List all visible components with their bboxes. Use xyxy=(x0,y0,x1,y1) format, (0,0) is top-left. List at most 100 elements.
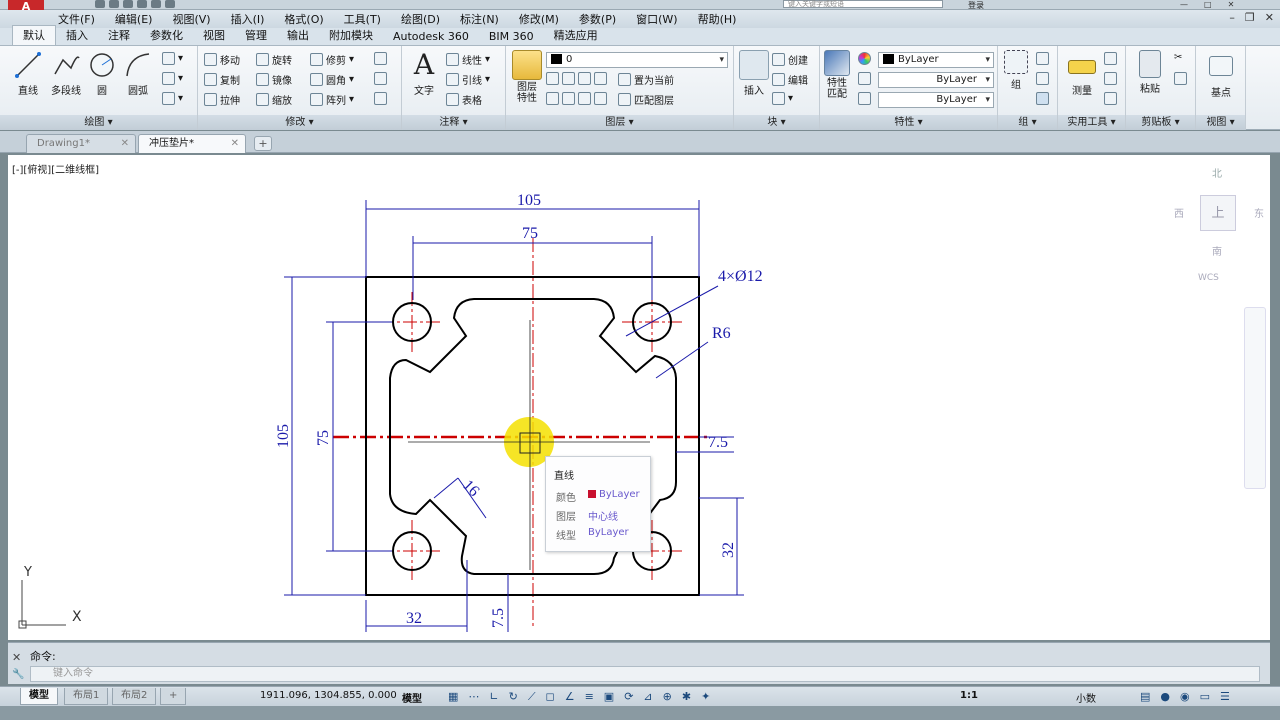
tab-autodesk360[interactable]: Autodesk 360 xyxy=(383,29,479,45)
auto-scale-icon[interactable]: ✦ xyxy=(701,690,710,704)
circle-button[interactable]: 圆 xyxy=(82,50,122,97)
undo-icon[interactable] xyxy=(165,0,175,8)
move-button[interactable]: 移动 xyxy=(204,52,240,67)
hardware-acceleration-icon[interactable]: ◉ xyxy=(1180,690,1190,703)
panel-block-label[interactable]: 块 ▾ xyxy=(734,115,819,130)
group-edit-tool[interactable] xyxy=(1036,72,1049,85)
save-icon[interactable] xyxy=(123,0,133,8)
tab-annotate[interactable]: 注释 xyxy=(98,26,140,45)
copy-clip-tool[interactable] xyxy=(1174,72,1187,85)
text-button[interactable]: A 文字 xyxy=(404,50,444,98)
viewcube[interactable]: 北 西 上 东 南 WCS xyxy=(1168,161,1268,283)
calc-tool[interactable] xyxy=(1104,72,1117,85)
panel-properties-label[interactable]: 特性 ▾ xyxy=(820,115,997,130)
table-button[interactable]: 表格 xyxy=(446,92,482,107)
dynamic-ucs-icon[interactable]: ⊿ xyxy=(643,690,652,704)
transparency-icon[interactable]: ▣ xyxy=(604,690,614,704)
insert-button[interactable]: 插入 xyxy=(734,50,774,97)
menu-tools[interactable]: 工具(T) xyxy=(334,11,391,27)
group-select-tool[interactable] xyxy=(1036,92,1049,105)
navigation-bar[interactable] xyxy=(1244,307,1266,489)
isodraft-icon[interactable]: ⟋ xyxy=(528,690,536,704)
match-properties-button[interactable]: 特性匹配 xyxy=(820,50,854,100)
panel-utilities-label[interactable]: 实用工具 ▾ xyxy=(1058,115,1125,130)
attribute-tool[interactable]: ▾ xyxy=(772,92,793,105)
viewcube-north[interactable]: 北 xyxy=(1212,165,1222,180)
tab-stamping-gasket[interactable]: 冲压垫片* ✕ xyxy=(138,134,246,153)
tab-default[interactable]: 默认 xyxy=(12,25,56,45)
layer-on-icon[interactable] xyxy=(546,92,559,105)
tab-insert[interactable]: 插入 xyxy=(56,26,98,45)
stretch-button[interactable]: 拉伸 xyxy=(204,92,240,107)
cut-tool[interactable]: ✂ xyxy=(1174,52,1182,63)
layout-tab-1[interactable]: 布局1 xyxy=(64,688,109,705)
color-wheel-tool[interactable] xyxy=(858,52,871,65)
customize-icon[interactable]: ☰ xyxy=(1220,690,1230,703)
new-icon[interactable] xyxy=(95,0,105,8)
layer-freeze-icon[interactable] xyxy=(578,72,591,85)
trim-button[interactable]: 修剪 ▾ xyxy=(310,52,354,67)
open-icon[interactable] xyxy=(109,0,119,8)
model-space-toggle[interactable]: 模型 xyxy=(402,690,422,705)
coordinate-readout[interactable]: 1911.096, 1304.855, 0.000 xyxy=(260,690,397,701)
search-input[interactable]: 键入关键字或短语 xyxy=(783,0,943,8)
viewcube-south[interactable]: 南 xyxy=(1212,243,1222,258)
close-icon[interactable]: ✕ xyxy=(12,651,21,664)
polyline-button[interactable]: 多段线 xyxy=(46,50,86,97)
erase-tool[interactable] xyxy=(374,52,387,65)
line-button[interactable]: 直线 xyxy=(8,50,48,97)
osnap-icon[interactable]: ◻ xyxy=(546,690,555,704)
doc-close-icon[interactable]: ✕ xyxy=(1265,11,1274,24)
layer-dropdown[interactable]: 0 xyxy=(546,52,728,68)
create-block-button[interactable]: 创建 xyxy=(772,52,808,67)
leader-button[interactable]: 引线 ▾ xyxy=(446,72,490,87)
layer-lock-icon[interactable] xyxy=(594,72,607,85)
layout-tab-2[interactable]: 布局2 xyxy=(112,688,157,705)
viewcube-east[interactable]: 东 xyxy=(1254,205,1264,220)
minimize-icon[interactable]: — xyxy=(1180,0,1188,9)
id-point-tool[interactable] xyxy=(1104,92,1117,105)
units-display[interactable]: 小数 xyxy=(1076,690,1096,705)
panel-view-label[interactable]: 视图 ▾ xyxy=(1196,115,1245,130)
menu-insert[interactable]: 插入(I) xyxy=(221,11,275,27)
tab-output[interactable]: 输出 xyxy=(277,26,319,45)
new-tab-button[interactable]: + xyxy=(254,136,272,151)
panel-groups-label[interactable]: 组 ▾ xyxy=(998,115,1057,130)
offset-tool[interactable] xyxy=(374,92,387,105)
wrench-icon[interactable]: 🔧 xyxy=(12,669,24,680)
doc-restore-icon[interactable]: ❐ xyxy=(1245,11,1255,24)
panel-modify-label[interactable]: 修改 ▾ xyxy=(198,115,401,130)
edit-block-button[interactable]: 编辑 xyxy=(772,72,808,87)
panel-draw-label[interactable]: 绘图 ▾ xyxy=(0,115,197,130)
tab-parametric[interactable]: 参数化 xyxy=(140,26,193,45)
snap-icon[interactable]: ⋯ xyxy=(468,690,479,704)
layer-unlock-icon[interactable] xyxy=(594,92,607,105)
annotation-visibility-icon[interactable]: ✱ xyxy=(682,690,691,704)
linetype-dropdown[interactable]: ByLayer xyxy=(878,72,994,88)
maximize-icon[interactable]: □ xyxy=(1204,0,1212,9)
region-tool[interactable]: ▾ xyxy=(162,92,183,105)
arc-button[interactable]: 圆弧 xyxy=(118,50,158,97)
linetype-tool[interactable] xyxy=(858,92,871,105)
explode-tool[interactable] xyxy=(374,72,387,85)
layer-thaw-icon[interactable] xyxy=(578,92,591,105)
quick-properties-icon[interactable]: ▤ xyxy=(1140,690,1150,703)
paste-button[interactable]: 粘贴 xyxy=(1130,50,1170,95)
lineweight-icon[interactable]: ≡ xyxy=(585,690,594,704)
layer-unisolate-icon[interactable] xyxy=(562,92,575,105)
save-as-icon[interactable] xyxy=(137,0,147,8)
mirror-button[interactable]: 镜像 xyxy=(256,72,292,87)
lineweight-dropdown[interactable]: ByLayer xyxy=(878,92,994,108)
annotation-scale[interactable]: 1:1 xyxy=(960,690,978,701)
menu-edit[interactable]: 编辑(E) xyxy=(105,11,163,27)
drawing-canvas[interactable]: [-][俯视][二维线框] 105 75 4×Ø12 R6 7.5 32 105… xyxy=(8,155,1270,640)
dynamic-input-icon[interactable]: ⊕ xyxy=(663,690,672,704)
viewcube-west[interactable]: 西 xyxy=(1174,205,1184,220)
new-layout-button[interactable]: + xyxy=(160,688,187,705)
linear-dim-button[interactable]: 线性 ▾ xyxy=(446,52,490,67)
group-button[interactable]: 组 xyxy=(998,50,1034,91)
tab-close-icon[interactable]: ✕ xyxy=(121,135,129,153)
panel-layers-label[interactable]: 图层 ▾ xyxy=(506,115,733,130)
layer-off-icon[interactable] xyxy=(546,72,559,85)
menu-format[interactable]: 格式(O) xyxy=(274,11,333,27)
